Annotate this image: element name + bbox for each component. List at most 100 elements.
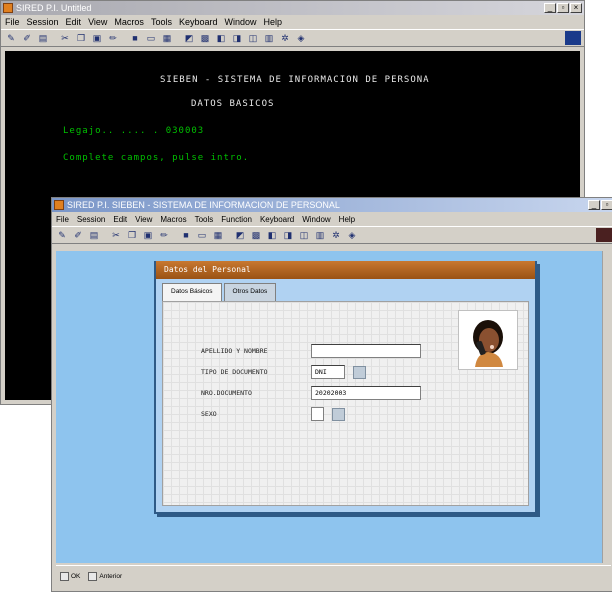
status-bar: OK Anterior (56, 565, 611, 587)
minimize-button[interactable]: _ (544, 3, 556, 13)
gui-canvas: Datos del Personal Datos Básicos Otros D… (56, 251, 611, 563)
menu-help[interactable]: Help (339, 215, 355, 224)
play-icon[interactable]: ◧ (214, 32, 228, 45)
anterior-icon (88, 572, 98, 581)
minimize-button[interactable]: _ (588, 200, 600, 210)
maximize-button[interactable]: ▫ (557, 3, 569, 13)
toolbar: ✎ ✐ ▤ ✂ ❐ ▣ ✏ ■ ▭ ▦ ◩ ▩ ◧ ◨ ◫ ▥ ✲ ◈ (52, 226, 612, 244)
window-icon[interactable]: ▭ (195, 229, 209, 242)
tipo-documento-input[interactable]: DNI (311, 365, 345, 379)
macro-icon[interactable]: ◩ (182, 32, 196, 45)
sexo-lookup-button[interactable] (332, 407, 345, 421)
print-icon[interactable]: ▤ (36, 32, 50, 45)
menu-session[interactable]: Session (27, 17, 59, 27)
nro-documento-input[interactable]: 20202003 (311, 386, 421, 400)
personal-data-panel: Datos del Personal Datos Básicos Otros D… (154, 261, 537, 514)
anterior-button[interactable]: Anterior (88, 572, 122, 581)
terminal-subtitle: DATOS BASICOS (191, 99, 275, 109)
nro-documento-label: NRO.DOCUMENTO (201, 389, 252, 397)
logo-icon (596, 228, 612, 242)
apellido-input[interactable] (311, 344, 421, 358)
menu-help[interactable]: Help (264, 17, 283, 27)
copy-icon[interactable]: ❐ (125, 229, 139, 242)
menu-view[interactable]: View (88, 17, 107, 27)
filter-icon[interactable]: ◫ (246, 32, 260, 45)
stop-icon[interactable]: ◨ (230, 32, 244, 45)
employee-photo (458, 310, 518, 370)
disconnect-icon[interactable]: ✐ (20, 32, 34, 45)
ok-button[interactable]: OK (60, 572, 80, 581)
disconnect-icon[interactable]: ✐ (71, 229, 85, 242)
tipo-documento-lookup-button[interactable] (353, 365, 366, 379)
tab-otros-datos[interactable]: Otros Datos (223, 283, 277, 301)
menu-tools[interactable]: Tools (151, 17, 172, 27)
chart-icon[interactable]: ▥ (313, 229, 327, 242)
menu-edit[interactable]: Edit (113, 215, 127, 224)
menu-keyboard[interactable]: Keyboard (179, 17, 218, 27)
paste-icon[interactable]: ▣ (141, 229, 155, 242)
menu-file[interactable]: File (56, 215, 69, 224)
print-icon[interactable]: ▤ (87, 229, 101, 242)
sexo-input[interactable] (311, 407, 324, 421)
menu-macros[interactable]: Macros (160, 215, 186, 224)
gear-icon[interactable]: ✲ (329, 229, 343, 242)
window-title: SIRED P.I. Untitled (16, 3, 92, 13)
terminal-legajo: Legajo.. .... . 030003 (63, 126, 205, 136)
sexo-label: SEXO (201, 410, 217, 418)
connect-icon[interactable]: ✎ (4, 32, 18, 45)
connect-icon[interactable]: ✎ (55, 229, 69, 242)
screen-icon[interactable]: ■ (179, 229, 193, 242)
menu-edit[interactable]: Edit (66, 17, 82, 27)
menu-view[interactable]: View (135, 215, 152, 224)
help-icon[interactable]: ◈ (294, 32, 308, 45)
app-icon (3, 3, 13, 13)
menu-session[interactable]: Session (77, 215, 105, 224)
menu-window[interactable]: Window (302, 215, 330, 224)
close-button[interactable]: × (570, 3, 582, 13)
record-icon[interactable]: ▩ (249, 229, 263, 242)
play-icon[interactable]: ◧ (265, 229, 279, 242)
person-photo-icon (461, 313, 515, 367)
panel-title: Datos del Personal (156, 261, 535, 279)
menu-bar: File Session Edit View Macros Tools Keyb… (1, 15, 584, 29)
gear-icon[interactable]: ✲ (278, 32, 292, 45)
cut-icon[interactable]: ✂ (58, 32, 72, 45)
menu-keyboard[interactable]: Keyboard (260, 215, 294, 224)
menu-bar: File Session Edit View Macros Tools Func… (52, 212, 612, 226)
panel-icon[interactable]: ▦ (211, 229, 225, 242)
menu-function[interactable]: Function (221, 215, 252, 224)
toolbar: ✎ ✐ ▤ ✂ ❐ ▣ ✏ ■ ▭ ▦ ◩ ▩ ◧ ◨ ◫ ▥ ✲ ◈ (1, 29, 584, 47)
vertical-scrollbar[interactable] (602, 251, 611, 563)
menu-window[interactable]: Window (224, 17, 256, 27)
menu-tools[interactable]: Tools (195, 215, 214, 224)
ok-icon (60, 572, 69, 581)
macro-icon[interactable]: ◩ (233, 229, 247, 242)
panel-icon[interactable]: ▦ (160, 32, 174, 45)
edit-icon[interactable]: ✏ (106, 32, 120, 45)
edit-icon[interactable]: ✏ (157, 229, 171, 242)
gui-titlebar: SIRED P.I. SIEBEN - SISTEMA DE INFORMACI… (52, 198, 612, 212)
paste-icon[interactable]: ▣ (90, 32, 104, 45)
gui-window: SIRED P.I. SIEBEN - SISTEMA DE INFORMACI… (51, 197, 612, 592)
copy-icon[interactable]: ❐ (74, 32, 88, 45)
menu-macros[interactable]: Macros (114, 17, 144, 27)
maximize-button[interactable]: ▫ (601, 200, 612, 210)
window-icon[interactable]: ▭ (144, 32, 158, 45)
apellido-row: APELLIDO Y NOMBRE (201, 344, 421, 358)
cut-icon[interactable]: ✂ (109, 229, 123, 242)
apellido-label: APELLIDO Y NOMBRE (201, 347, 268, 355)
tipo-documento-row: TIPO DE DOCUMENTO DNI (201, 365, 366, 379)
ok-label: OK (71, 573, 81, 580)
help-icon[interactable]: ◈ (345, 229, 359, 242)
window-title: SIRED P.I. SIEBEN - SISTEMA DE INFORMACI… (67, 200, 340, 210)
filter-icon[interactable]: ◫ (297, 229, 311, 242)
tab-datos-basicos[interactable]: Datos Básicos (162, 283, 222, 301)
nro-documento-row: NRO.DOCUMENTO 20202003 (201, 386, 421, 400)
stop-icon[interactable]: ◨ (281, 229, 295, 242)
menu-file[interactable]: File (5, 17, 20, 27)
screen-icon[interactable]: ■ (128, 32, 142, 45)
chart-icon[interactable]: ▥ (262, 32, 276, 45)
form-area: APELLIDO Y NOMBRE TIPO DE DOCUMENTO DNI … (162, 301, 529, 506)
record-icon[interactable]: ▩ (198, 32, 212, 45)
terminal-message: Complete campos, pulse intro. (63, 153, 250, 163)
